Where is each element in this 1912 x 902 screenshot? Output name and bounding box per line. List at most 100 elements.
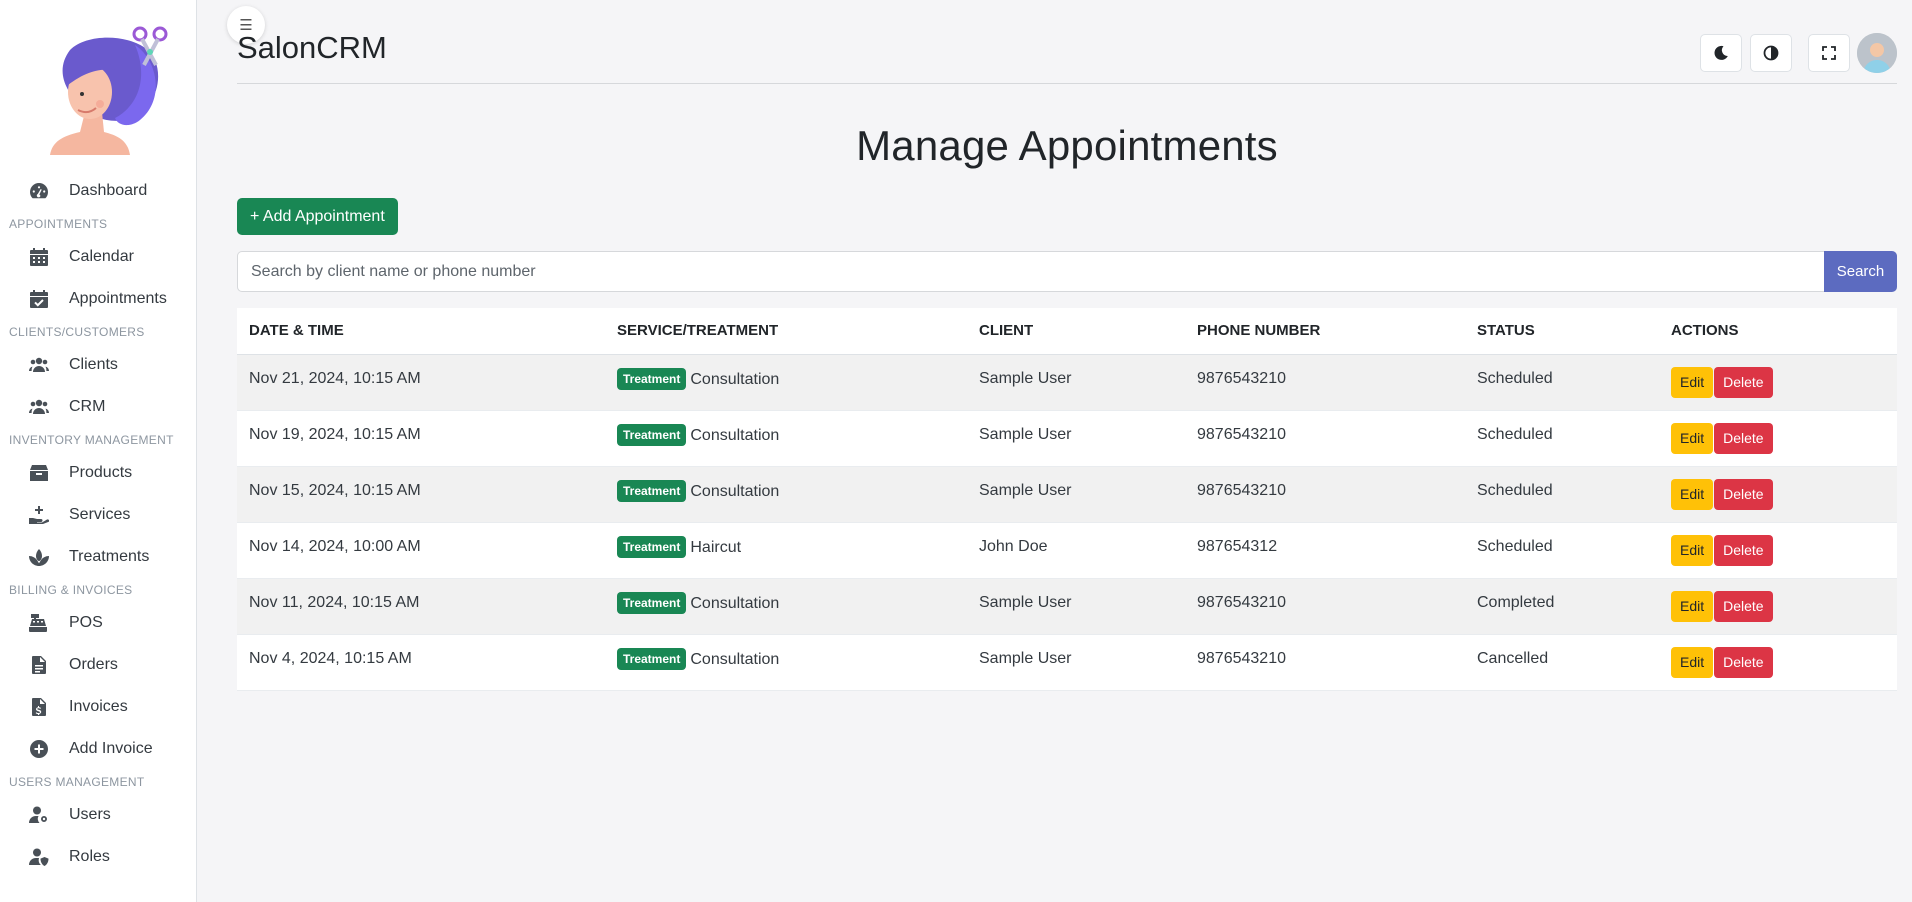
dark-mode-toggle-button[interactable] <box>1700 34 1742 72</box>
sidebar-item-label: CRM <box>69 398 106 415</box>
fullscreen-button[interactable] <box>1808 34 1850 72</box>
column-header-service: SERVICE/TREATMENT <box>605 308 967 355</box>
sidebar-item-label: Products <box>69 464 133 481</box>
edit-button[interactable]: Edit <box>1671 422 1714 454</box>
file-invoice-dollar-icon <box>28 697 50 717</box>
cell-status: Scheduled <box>1465 466 1659 523</box>
delete-button[interactable]: Delete <box>1714 534 1773 566</box>
edit-button[interactable]: Edit <box>1671 534 1714 566</box>
search-button[interactable]: Search <box>1824 251 1897 292</box>
treatment-badge: Treatment <box>617 424 687 446</box>
user-avatar-icon[interactable] <box>1857 33 1897 73</box>
phone-text: 9876543210 <box>1197 594 1286 611</box>
datetime-text: Nov 14, 2024, 10:00 AM <box>249 538 421 555</box>
treatment-badge: Treatment <box>617 592 687 614</box>
cell-datetime: Nov 15, 2024, 10:15 AM <box>237 466 605 523</box>
status-text: Completed <box>1477 594 1555 611</box>
client-text: Sample User <box>979 650 1072 667</box>
cell-phone: 9876543210 <box>1185 634 1465 691</box>
client-text: Sample User <box>979 426 1072 443</box>
cell-client: Sample User <box>967 354 1185 411</box>
table-row: Nov 21, 2024, 10:15 AM Treatment Consultat… <box>237 354 1897 411</box>
fullscreen-icon <box>1822 46 1836 60</box>
cell-status: Scheduled <box>1465 354 1659 411</box>
sidebar-section-inventory: INVENTORY MANAGEMENT <box>9 433 174 447</box>
delete-button[interactable]: Delete <box>1714 590 1773 622</box>
service-text: Consultation <box>690 595 780 612</box>
phone-text: 987654312 <box>1197 538 1278 555</box>
cash-register-icon <box>28 613 50 633</box>
cell-client: Sample User <box>967 578 1185 635</box>
edit-button[interactable]: Edit <box>1671 478 1714 510</box>
treatment-badge: Treatment <box>617 368 687 390</box>
sidebar-item-clients[interactable]: Clients <box>0 344 196 386</box>
sidebar-item-label: POS <box>69 614 103 631</box>
sidebar-item-dashboard[interactable]: Dashboard <box>0 170 196 212</box>
sidebar-item-label: Invoices <box>69 698 128 715</box>
column-header-phone: PHONE NUMBER <box>1185 308 1465 355</box>
contrast-toggle-button[interactable] <box>1750 34 1792 72</box>
client-text: Sample User <box>979 594 1072 611</box>
sidebar-item-treatments[interactable]: Treatments <box>0 536 196 578</box>
table-header-row: DATE & TIME SERVICE/TREATMENT CLIENT PHONE … <box>237 308 1897 355</box>
table-row: Nov 14, 2024, 10:00 AM Treatment Haircut Jo… <box>237 522 1897 579</box>
cell-datetime: Nov 19, 2024, 10:15 AM <box>237 410 605 467</box>
sidebar-section-users: USERS MANAGEMENT <box>9 775 145 789</box>
cell-actions: Edit Delete <box>1659 410 1897 467</box>
delete-button[interactable]: Delete <box>1714 422 1773 454</box>
table-row: Nov 11, 2024, 10:15 AM Treatment Consultat… <box>237 578 1897 635</box>
edit-button[interactable]: Edit <box>1671 366 1714 398</box>
cell-status: Completed <box>1465 578 1659 635</box>
sidebar-item-crm[interactable]: CRM <box>0 386 196 428</box>
sidebar-item-label: Orders <box>69 656 118 673</box>
sidebar-item-calendar[interactable]: Calendar <box>0 236 196 278</box>
search-input[interactable] <box>237 251 1824 292</box>
edit-button[interactable]: Edit <box>1671 646 1714 678</box>
header-divider <box>237 83 1897 84</box>
delete-button[interactable]: Delete <box>1714 478 1773 510</box>
phone-text: 9876543210 <box>1197 426 1286 443</box>
sidebar-item-appointments[interactable]: Appointments <box>0 278 196 320</box>
table-row: Nov 4, 2024, 10:15 AM Treatment Consultati… <box>237 634 1897 691</box>
phone-text: 9876543210 <box>1197 370 1286 387</box>
status-text: Scheduled <box>1477 426 1553 443</box>
box-icon <box>28 463 50 483</box>
sidebar-item-label: Roles <box>69 848 110 865</box>
sidebar-nav: Dashboard APPOINTMENTS Calendar Appointm… <box>0 170 196 878</box>
treatment-badge: Treatment <box>617 648 687 670</box>
sidebar-section-billing: BILLING & INVOICES <box>9 583 133 597</box>
edit-button[interactable]: Edit <box>1671 590 1714 622</box>
delete-button[interactable]: Delete <box>1714 646 1773 678</box>
cell-actions: Edit Delete <box>1659 522 1897 579</box>
sidebar-item-roles[interactable]: Roles <box>0 836 196 878</box>
user-gear-icon <box>28 805 50 825</box>
cell-service: Treatment Consultation <box>605 578 967 635</box>
delete-button[interactable]: Delete <box>1714 366 1773 398</box>
datetime-text: Nov 4, 2024, 10:15 AM <box>249 650 412 667</box>
moon-icon <box>1714 45 1728 60</box>
treatment-badge: Treatment <box>617 480 687 502</box>
add-appointment-button[interactable]: + Add Appointment <box>237 198 398 235</box>
sidebar-item-services[interactable]: Services <box>0 494 196 536</box>
table-row: Nov 15, 2024, 10:15 AM Treatment Consultat… <box>237 466 1897 523</box>
cell-datetime: Nov 4, 2024, 10:15 AM <box>237 634 605 691</box>
column-header-actions: ACTIONS <box>1659 308 1897 355</box>
users-icon <box>28 397 50 417</box>
service-text: Haircut <box>690 539 742 556</box>
sidebar: Dashboard APPOINTMENTS Calendar Appointm… <box>0 0 197 902</box>
cell-phone: 9876543210 <box>1185 410 1465 467</box>
sidebar-item-products[interactable]: Products <box>0 452 196 494</box>
sidebar-item-orders[interactable]: Orders <box>0 644 196 686</box>
cell-client: Sample User <box>967 634 1185 691</box>
cell-datetime: Nov 14, 2024, 10:00 AM <box>237 522 605 579</box>
sidebar-item-users[interactable]: Users <box>0 794 196 836</box>
sidebar-item-label: Appointments <box>69 290 167 307</box>
cell-datetime: Nov 21, 2024, 10:15 AM <box>237 354 605 411</box>
sidebar-item-pos[interactable]: POS <box>0 602 196 644</box>
users-icon <box>28 355 50 375</box>
sidebar-item-invoices[interactable]: Invoices <box>0 686 196 728</box>
sidebar-item-add-invoice[interactable]: Add Invoice <box>0 728 196 770</box>
cell-client: Sample User <box>967 466 1185 523</box>
service-text: Consultation <box>690 371 780 388</box>
cell-status: Scheduled <box>1465 522 1659 579</box>
